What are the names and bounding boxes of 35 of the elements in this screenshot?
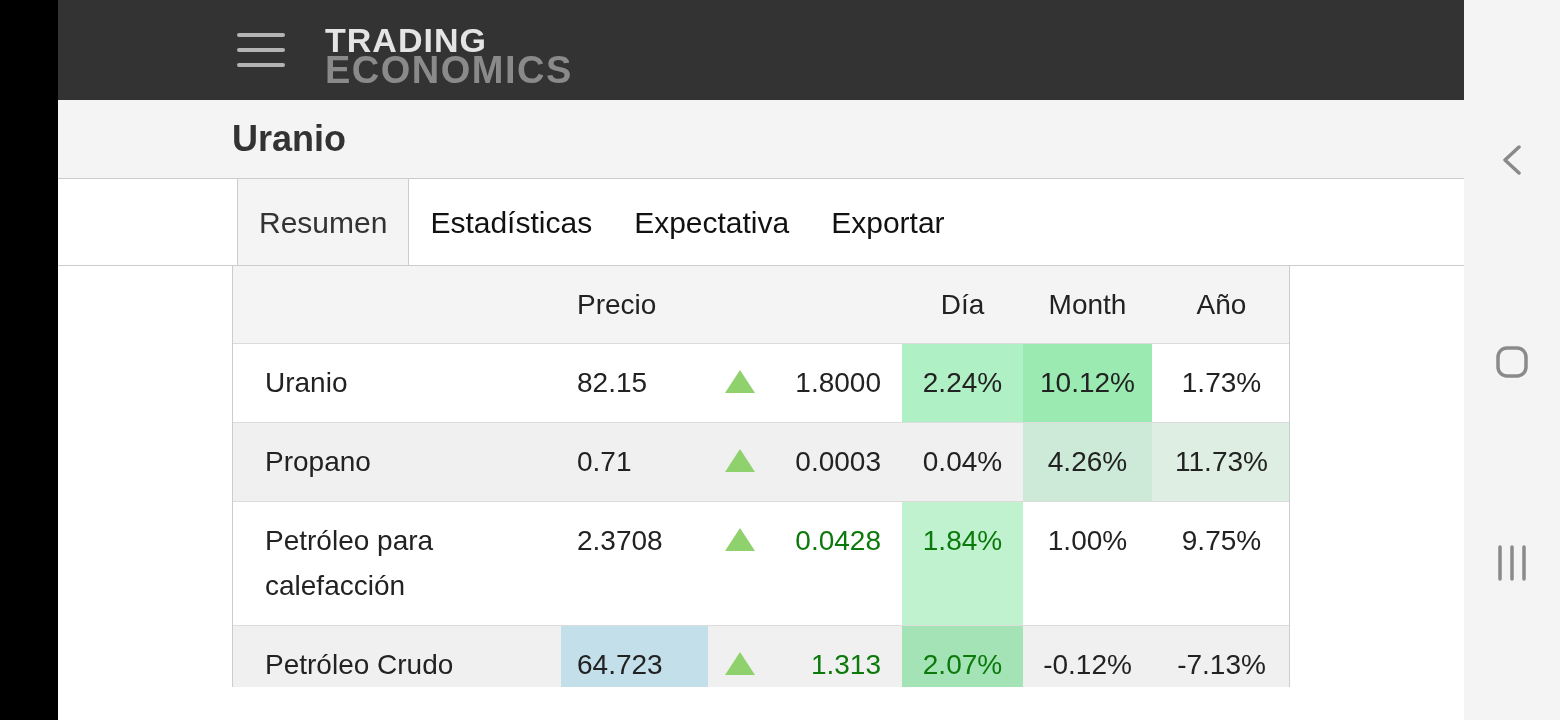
table-cell: 11.73% xyxy=(1152,423,1289,501)
table-cell-text: 0.0003 xyxy=(794,445,882,479)
table-cell-text: 0.0428 xyxy=(794,524,882,558)
column-header: Month xyxy=(1047,287,1128,322)
table-cell: 64.723 xyxy=(561,626,708,687)
table-cell-text: 0.04% xyxy=(921,445,1004,479)
table-cell-text: 0.71 xyxy=(576,445,633,479)
table-cell-text: 82.15 xyxy=(576,366,649,400)
table-cell-text: 9.75% xyxy=(1180,524,1263,558)
column-header: Año xyxy=(1195,287,1248,322)
tab[interactable]: Resumen xyxy=(237,179,410,265)
table-cell: 2.07% xyxy=(902,626,1023,687)
table-cell-text: Petróleo para calefacción xyxy=(264,524,435,603)
menu-icon[interactable] xyxy=(237,33,285,67)
table-cell-text: 1.8000 xyxy=(794,366,882,400)
table-cell-text: Propano xyxy=(264,445,372,479)
table-cell-text: Petróleo Crudo xyxy=(264,648,455,682)
vertical-bars-icon[interactable] xyxy=(1498,545,1526,581)
table-cell: 2.24% xyxy=(902,344,1023,422)
table-cell-text: 1.313 xyxy=(809,648,882,682)
table-cell-text: 1.73% xyxy=(1180,366,1263,400)
page-title: Uranio xyxy=(232,117,346,161)
table-cell-text: -7.13% xyxy=(1176,648,1267,682)
table-cell: 1.84% xyxy=(902,502,1023,625)
table-cell: 10.12% xyxy=(1023,344,1152,422)
table-cell-text: -0.12% xyxy=(1042,648,1133,682)
table-cell-text: 1.00% xyxy=(1046,524,1129,558)
column-header: Precio xyxy=(576,287,658,322)
table-cell: 4.26% xyxy=(1023,423,1152,501)
table-cell-text: 2.3708 xyxy=(576,524,664,558)
chevron-left-icon[interactable] xyxy=(1502,145,1522,175)
column-header: Día xyxy=(939,287,986,322)
rounded-square-icon[interactable] xyxy=(1496,346,1528,378)
logo-link[interactable]: TRADING ECONOMICS xyxy=(325,23,573,89)
table-cell-text: Uranio xyxy=(264,366,349,400)
